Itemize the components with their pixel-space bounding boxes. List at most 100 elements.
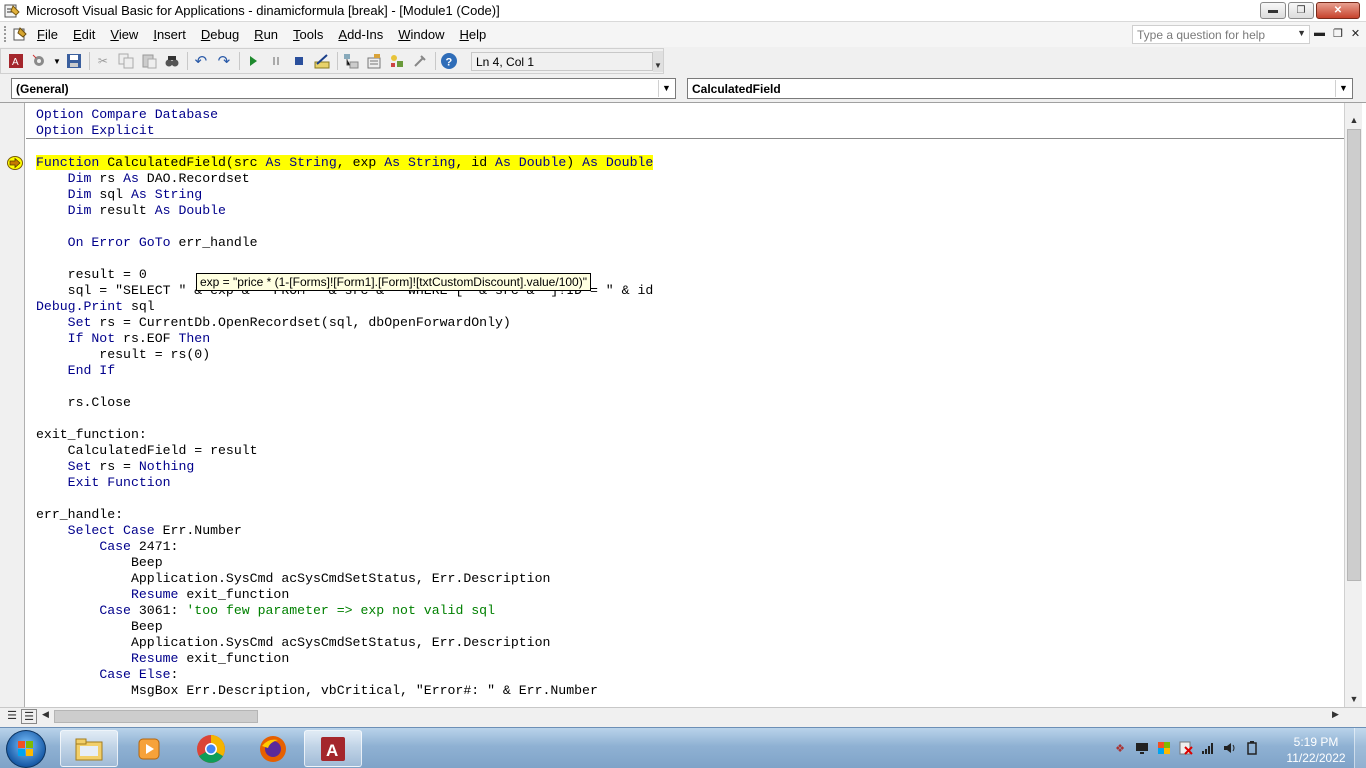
code-line[interactable]: err_handle:: [36, 507, 653, 523]
code-line[interactable]: CalculatedField = result: [36, 443, 653, 459]
taskbar-firefox[interactable]: [244, 730, 302, 767]
clock[interactable]: 5:19 PM 11/22/2022: [1284, 734, 1348, 766]
taskbar-access[interactable]: A: [304, 730, 362, 767]
insert-dropdown-icon[interactable]: ▼: [53, 57, 61, 66]
code-line[interactable]: Option Explicit: [36, 123, 653, 139]
project-explorer-icon[interactable]: [342, 52, 360, 70]
copy-icon[interactable]: [117, 52, 135, 70]
code-line[interactable]: Dim result As Double: [36, 203, 653, 219]
object-browser-icon[interactable]: [388, 52, 406, 70]
toolbox-icon[interactable]: [411, 52, 429, 70]
chevron-down-icon[interactable]: ▼: [658, 80, 674, 97]
paste-icon[interactable]: [140, 52, 158, 70]
start-button[interactable]: [6, 730, 46, 768]
code-line[interactable]: End If: [36, 363, 653, 379]
code-line[interactable]: exit_function:: [36, 427, 653, 443]
mdi-close-icon[interactable]: ✕: [1351, 27, 1360, 40]
volume-icon[interactable]: [1222, 740, 1238, 756]
code-editor[interactable]: Option Compare Database Option Explicit Fu…: [26, 103, 1344, 708]
chevron-down-icon[interactable]: ▼: [1335, 80, 1351, 97]
break-icon[interactable]: [267, 52, 285, 70]
menu-insert[interactable]: Insert: [153, 27, 186, 42]
horizontal-scrollbar[interactable]: ☰ ☰ ◀ ▶: [0, 707, 1366, 725]
help-search-input[interactable]: Type a question for help ▼: [1132, 25, 1310, 44]
vertical-scroll-thumb[interactable]: [1347, 129, 1361, 581]
code-line[interactable]: Resume exit_function: [36, 587, 653, 603]
code-line[interactable]: rs.Close: [36, 395, 653, 411]
code-line[interactable]: [36, 379, 653, 395]
run-icon[interactable]: [244, 52, 262, 70]
code-line[interactable]: Debug.Print sql: [36, 299, 653, 315]
taskbar-media-player[interactable]: [120, 730, 178, 767]
vertical-scrollbar[interactable]: ▲ ▼: [1344, 103, 1362, 708]
code-line[interactable]: Application.SysCmd acSysCmdSetStatus, Er…: [36, 571, 653, 587]
menu-tools[interactable]: Tools: [293, 27, 323, 42]
save-icon[interactable]: [65, 52, 83, 70]
signal-icon[interactable]: [1200, 740, 1216, 756]
monitor-icon[interactable]: [1134, 740, 1150, 756]
mdi-minimize-icon[interactable]: ▬: [1314, 27, 1325, 40]
code-line[interactable]: Application.SysCmd acSysCmdSetStatus, Er…: [36, 635, 653, 651]
code-line[interactable]: Function CalculatedField(src As String, …: [36, 155, 654, 171]
close-button[interactable]: ✕: [1316, 2, 1360, 19]
menu-run[interactable]: Run: [254, 27, 278, 42]
menu-file[interactable]: File: [37, 27, 58, 42]
toolbar-options-icon[interactable]: ▼: [653, 51, 663, 72]
network-tool-icon[interactable]: ❖: [1112, 740, 1128, 756]
code-line[interactable]: [36, 139, 653, 155]
code-line[interactable]: Case Else:: [36, 667, 653, 683]
code-line[interactable]: [36, 219, 653, 235]
menu-grip[interactable]: [4, 26, 7, 42]
chevron-down-icon[interactable]: ▼: [1297, 28, 1306, 38]
code-line[interactable]: Beep: [36, 619, 653, 635]
power-icon[interactable]: [1244, 740, 1260, 756]
menu-add-ins[interactable]: Add-Ins: [338, 27, 383, 42]
action-center-icon[interactable]: [1178, 740, 1194, 756]
code-line[interactable]: Exit Function: [36, 475, 653, 491]
code-line[interactable]: Dim rs As DAO.Recordset: [36, 171, 653, 187]
code-line[interactable]: result = rs(0): [36, 347, 653, 363]
minimize-button[interactable]: ▬: [1260, 2, 1286, 19]
menu-debug[interactable]: Debug: [201, 27, 239, 42]
insert-module-icon[interactable]: [30, 52, 48, 70]
code-line[interactable]: Select Case Err.Number: [36, 523, 653, 539]
code-line[interactable]: [36, 411, 653, 427]
scroll-up-icon[interactable]: ▲: [1345, 112, 1363, 129]
taskbar-chrome[interactable]: [182, 730, 240, 767]
code-text[interactable]: Option Compare Database Option Explicit Fu…: [36, 107, 654, 699]
horizontal-scroll-thumb[interactable]: [54, 710, 258, 723]
taskbar-explorer[interactable]: [60, 730, 118, 767]
full-module-view-icon[interactable]: ☰: [21, 709, 37, 724]
find-icon[interactable]: [163, 52, 181, 70]
margin-indicator-bar[interactable]: [0, 103, 25, 708]
code-line[interactable]: Dim sql As String: [36, 187, 653, 203]
object-combo[interactable]: (General) ▼: [11, 78, 676, 99]
scroll-left-icon[interactable]: ◀: [42, 709, 49, 720]
code-line[interactable]: Option Compare Database: [36, 107, 653, 123]
procedure-combo[interactable]: CalculatedField ▼: [687, 78, 1353, 99]
scroll-right-icon[interactable]: ▶: [1332, 709, 1339, 720]
cut-icon[interactable]: ✂: [94, 52, 112, 70]
vba-menu-icon[interactable]: [12, 26, 28, 42]
code-line[interactable]: [36, 491, 653, 507]
restore-button[interactable]: ❐: [1288, 2, 1314, 19]
menu-help[interactable]: Help: [459, 27, 486, 42]
properties-icon[interactable]: [365, 52, 383, 70]
redo-icon[interactable]: ↷: [215, 52, 233, 70]
code-line[interactable]: Case 2471:: [36, 539, 653, 555]
code-line[interactable]: MsgBox Err.Description, vbCritical, "Err…: [36, 683, 653, 699]
view-access-icon[interactable]: A: [7, 52, 25, 70]
code-line[interactable]: Resume exit_function: [36, 651, 653, 667]
code-line[interactable]: If Not rs.EOF Then: [36, 331, 653, 347]
menu-edit[interactable]: Edit: [73, 27, 95, 42]
show-desktop-button[interactable]: [1354, 728, 1366, 768]
code-line[interactable]: Set rs = CurrentDb.OpenRecordset(sql, db…: [36, 315, 653, 331]
code-line[interactable]: On Error GoTo err_handle: [36, 235, 653, 251]
code-line[interactable]: Case 3061: 'too few parameter => exp not…: [36, 603, 653, 619]
undo-icon[interactable]: ↶: [192, 52, 210, 70]
scroll-down-icon[interactable]: ▼: [1345, 691, 1363, 708]
code-line[interactable]: [36, 251, 653, 267]
code-line[interactable]: Beep: [36, 555, 653, 571]
code-line[interactable]: Set rs = Nothing: [36, 459, 653, 475]
design-mode-icon[interactable]: [313, 52, 331, 70]
